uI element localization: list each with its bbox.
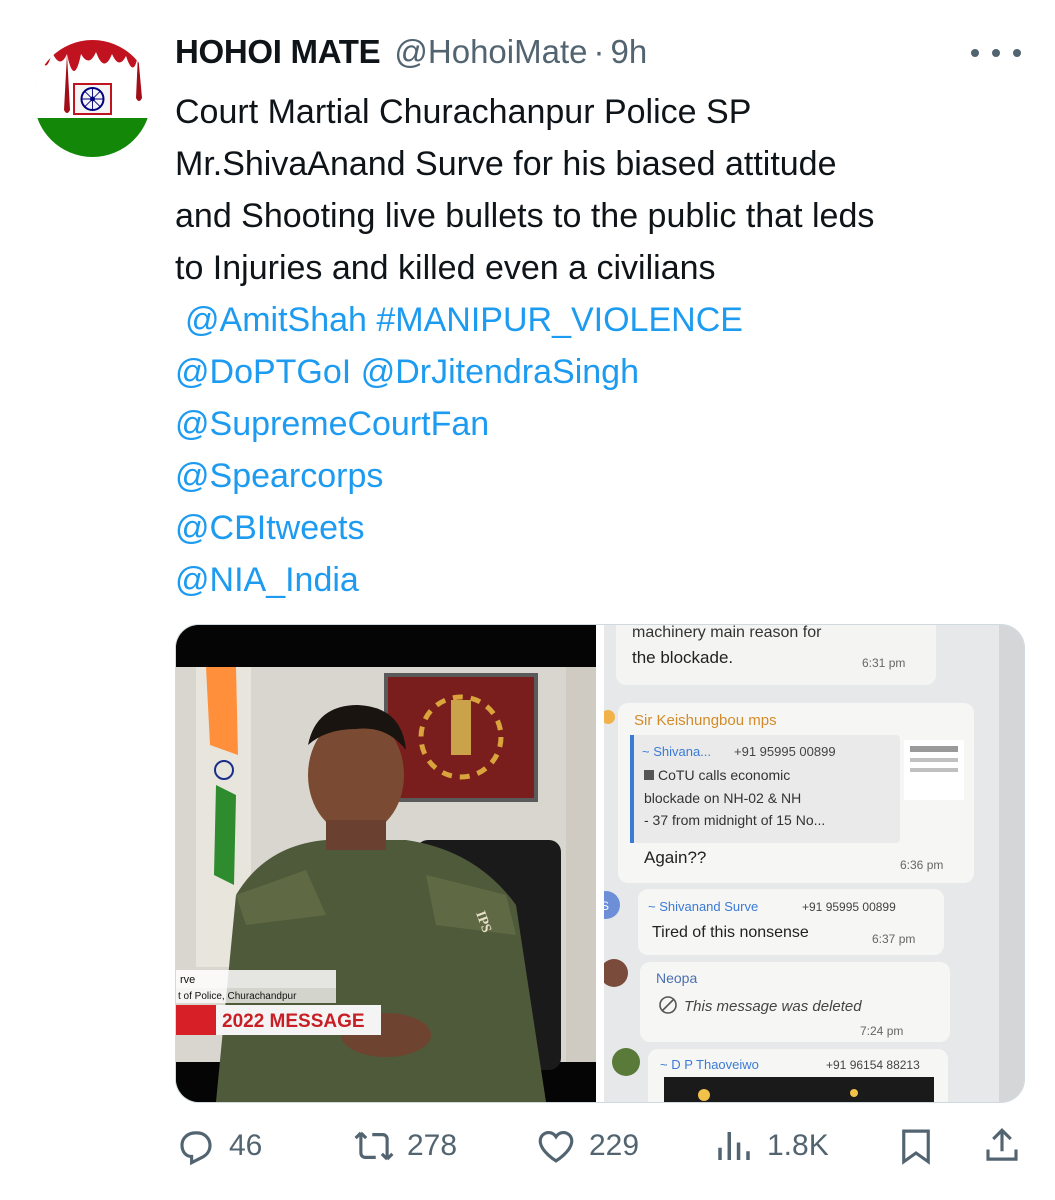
chat-sender: ~ D P Thaoveiwo xyxy=(660,1057,759,1072)
like-count: 229 xyxy=(589,1129,640,1162)
chat-time: 6:36 pm xyxy=(900,858,943,872)
repost-button[interactable]: 278 xyxy=(353,1116,457,1176)
chat-quote-line: - 37 from midnight of 15 No... xyxy=(644,812,825,828)
lower-third-name: rve xyxy=(180,974,195,986)
chat-sender: Neopa xyxy=(656,970,697,986)
chat-text: Tired of this nonsense xyxy=(652,924,809,941)
chat-quote-line: CoTU calls economic xyxy=(658,767,790,783)
message-banner: 2022 MESSAGE xyxy=(222,1011,365,1032)
display-name[interactable]: HOHOI MATE xyxy=(175,33,381,71)
repost-count: 278 xyxy=(407,1129,458,1162)
mention-drjitendrasingh[interactable]: @DrJitendraSingh xyxy=(361,353,639,391)
tweet-text-line: Mr.ShivaAnand Surve for his biased attit… xyxy=(175,145,837,183)
reply-button[interactable]: 46 xyxy=(175,1116,262,1176)
user-handle[interactable]: @HohoiMate xyxy=(394,33,587,71)
lower-third-title: t of Police, Churachandpur xyxy=(178,991,297,1002)
tweet-text-line: Court Martial Churachanpur Police SP xyxy=(175,93,752,131)
repost-icon xyxy=(354,1131,394,1161)
heart-icon xyxy=(538,1130,574,1163)
media-chat-screenshot[interactable]: machinery main reason for the blockade. … xyxy=(592,625,1024,1102)
india-flag-avatar-icon xyxy=(34,40,151,157)
hashtag-manipur-violence[interactable]: #MANIPUR_VIOLENCE xyxy=(376,301,743,339)
share-button[interactable] xyxy=(981,1116,1023,1176)
tweet-text: Court Martial Churachanpur Police SP Mr.… xyxy=(175,86,1035,606)
avatar[interactable] xyxy=(34,40,151,157)
chat-text: the blockade. xyxy=(632,648,733,667)
chat-text: machinery main reason for xyxy=(632,625,822,641)
separator-dot: · xyxy=(593,33,605,70)
chat-avatar-initial: S xyxy=(604,899,609,913)
more-options-button[interactable] xyxy=(971,36,1021,70)
chat-quote-name: ~ Shivana... xyxy=(642,744,711,759)
chat-phone: +91 96154 88213 xyxy=(826,1058,920,1072)
bookmark-icon xyxy=(902,1129,930,1165)
tweet-text-line: and Shooting live bullets to the public … xyxy=(175,197,875,235)
reply-count: 46 xyxy=(229,1129,263,1162)
chat-sender: ~ Shivanand Surve xyxy=(648,899,758,914)
chat-quote-line: blockade on NH-02 & NH xyxy=(644,790,801,806)
mention-nia-india[interactable]: @NIA_India xyxy=(175,561,359,599)
more-icon xyxy=(971,49,979,57)
officer-photo-image: IPS rve t of Police, Churachandpur 2022 … xyxy=(176,625,596,1102)
chat-phone: +91 95995 00899 xyxy=(802,900,896,914)
tweet-media[interactable]: IPS rve t of Police, Churachandpur 2022 … xyxy=(175,624,1025,1103)
share-icon xyxy=(986,1128,1018,1161)
chat-time: 6:37 pm xyxy=(872,932,915,946)
mention-spearcorps[interactable]: @Spearcorps xyxy=(175,457,383,495)
chat-time: 7:24 pm xyxy=(860,1024,903,1038)
chat-text: This message was deleted xyxy=(684,998,862,1015)
tweet-timestamp[interactable]: 9h xyxy=(610,33,647,71)
mention-supremecourtfan[interactable]: @SupremeCourtFan xyxy=(175,405,489,443)
reply-icon xyxy=(180,1131,212,1166)
chat-screenshot-image: machinery main reason for the blockade. … xyxy=(592,625,1024,1102)
view-count: 1.8K xyxy=(767,1129,829,1162)
chat-text: Again?? xyxy=(644,848,706,867)
chat-quote-phone: +91 95995 00899 xyxy=(734,744,836,759)
views-icon xyxy=(718,1132,750,1160)
chat-time: 6:31 pm xyxy=(862,656,905,670)
like-button[interactable]: 229 xyxy=(535,1116,639,1176)
media-photo-officer[interactable]: IPS rve t of Police, Churachandpur 2022 … xyxy=(176,625,596,1102)
mention-amitshah[interactable]: @AmitShah xyxy=(185,301,367,339)
tweet-actions: 46 278 229 1.8K xyxy=(175,1116,1025,1176)
more-icon-dot xyxy=(992,49,1000,57)
chat-sender: Sir Keishungbou mps xyxy=(634,712,777,729)
more-icon-dot xyxy=(1013,49,1021,57)
mention-cbitweets[interactable]: @CBItweets xyxy=(175,509,364,547)
mention-doptgoi[interactable]: @DoPTGoI xyxy=(175,353,351,391)
bookmark-button[interactable] xyxy=(895,1116,937,1176)
tweet-header: HOHOI MATE @HohoiMate · 9h xyxy=(175,30,647,74)
views-button[interactable]: 1.8K xyxy=(713,1116,829,1176)
tweet-text-line: to Injuries and killed even a civilians xyxy=(175,249,716,287)
